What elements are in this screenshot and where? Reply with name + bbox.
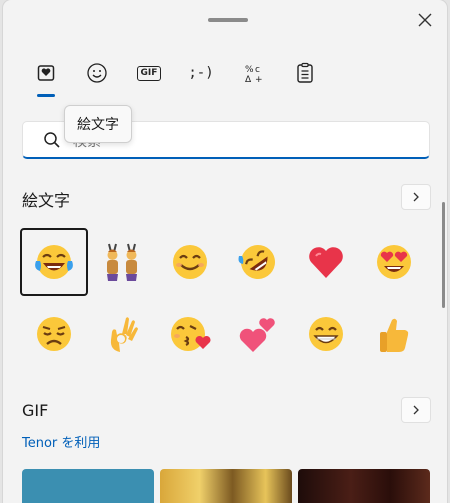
emoji-panel: GIF ;-) % c Δ + 絵文字 絵文字 bbox=[3, 0, 447, 503]
close-button[interactable] bbox=[410, 9, 440, 31]
tooltip: 絵文字 bbox=[64, 105, 132, 143]
close-icon bbox=[418, 13, 432, 27]
emoji-section-more-button[interactable] bbox=[401, 184, 431, 210]
chevron-right-icon bbox=[413, 192, 419, 202]
rolling-laughing-icon bbox=[238, 245, 275, 279]
gif-icon: GIF bbox=[136, 65, 162, 81]
emoji-smiling-face[interactable] bbox=[156, 228, 224, 296]
svg-text:%: % bbox=[245, 65, 254, 75]
emoji-heart-icon bbox=[37, 65, 55, 81]
tenor-link[interactable]: Tenor を利用 bbox=[22, 432, 100, 451]
scrollbar-thumb[interactable] bbox=[442, 202, 445, 308]
beaming-face-icon bbox=[309, 317, 343, 351]
symbols-icon: % c Δ + bbox=[245, 65, 263, 84]
svg-text:+: + bbox=[255, 75, 263, 84]
emoji-thumbs-up[interactable] bbox=[360, 300, 428, 368]
emoji-two-hearts[interactable] bbox=[224, 300, 292, 368]
blowing-kiss-icon bbox=[171, 317, 211, 351]
emoji-beaming-face[interactable] bbox=[292, 300, 360, 368]
svg-text:c: c bbox=[255, 65, 260, 75]
smiley-icon bbox=[87, 63, 107, 83]
emoji-ok-hand[interactable] bbox=[88, 300, 156, 368]
emoji-face-with-tears-of-joy[interactable] bbox=[20, 228, 88, 296]
tab-kaomoji[interactable]: ;-) bbox=[179, 60, 223, 86]
emoji-smiling-face-with-heart-eyes[interactable] bbox=[360, 228, 428, 296]
search-icon bbox=[44, 132, 60, 148]
tab-emoji[interactable] bbox=[24, 60, 68, 86]
heart-eyes-icon bbox=[377, 245, 411, 279]
smiling-face-icon bbox=[173, 245, 207, 279]
kaomoji-icon: ;-) bbox=[188, 65, 214, 81]
gif-section-title: GIF bbox=[22, 401, 49, 420]
drag-handle[interactable] bbox=[208, 18, 248, 22]
red-heart-icon bbox=[309, 247, 343, 278]
chevron-right-icon bbox=[413, 405, 419, 415]
disappointed-face-icon bbox=[37, 317, 71, 351]
emoji-section-title: 絵文字 bbox=[22, 191, 71, 210]
active-tab-indicator bbox=[37, 94, 55, 97]
emoji-red-heart[interactable] bbox=[292, 228, 360, 296]
people-with-bunny-ears-icon bbox=[107, 243, 137, 281]
face-with-tears-of-joy-icon bbox=[35, 245, 73, 279]
category-tabs: GIF ;-) % c Δ + bbox=[3, 54, 447, 98]
two-hearts-icon bbox=[239, 318, 275, 352]
svg-text:Δ: Δ bbox=[245, 75, 252, 84]
emoji-disappointed-face[interactable] bbox=[20, 300, 88, 368]
thumbs-up-icon bbox=[380, 318, 409, 352]
tab-clipboard[interactable] bbox=[283, 60, 327, 86]
gif-thumbnail[interactable] bbox=[298, 469, 430, 503]
tab-gif[interactable]: GIF bbox=[127, 60, 171, 86]
tab-symbols[interactable]: % c Δ + bbox=[231, 60, 275, 86]
emoji-people-with-bunny-ears[interactable] bbox=[88, 228, 156, 296]
emoji-rolling-on-the-floor-laughing[interactable] bbox=[224, 228, 292, 296]
emoji-grid bbox=[20, 228, 426, 372]
gif-thumbnail[interactable] bbox=[160, 469, 292, 503]
emoji-face-blowing-a-kiss[interactable] bbox=[156, 300, 224, 368]
tab-kaomoji-face[interactable] bbox=[75, 60, 119, 86]
ok-hand-icon bbox=[110, 317, 138, 352]
clipboard-icon bbox=[297, 62, 313, 83]
gif-thumbnail[interactable] bbox=[22, 469, 154, 503]
gif-section-more-button[interactable] bbox=[401, 397, 431, 423]
